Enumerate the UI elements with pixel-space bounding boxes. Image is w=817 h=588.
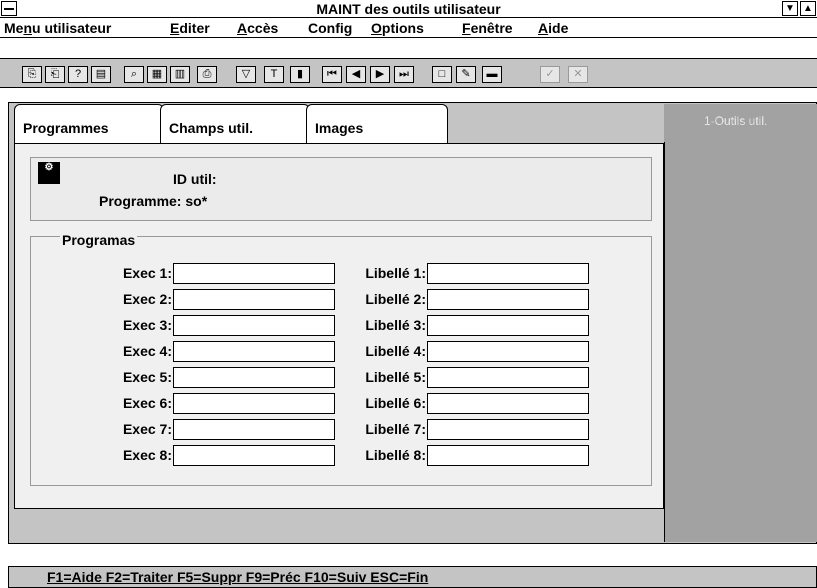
menu-config[interactable]: Config [308, 20, 352, 36]
id-util-label: ID util: [173, 171, 217, 187]
libelle-7-field[interactable] [427, 419, 589, 440]
side-panel [664, 142, 817, 542]
next-record-icon[interactable]: ▶ [370, 66, 390, 83]
exec-8-field[interactable] [173, 445, 335, 466]
grid-icon[interactable]: ▦ [147, 66, 167, 83]
minimize-icon[interactable]: ▼ [782, 1, 798, 16]
libelle-2-label: Libellé 2: [365, 291, 426, 307]
window-title: MAINT des outils utilisateur [316, 1, 501, 17]
new-record-icon[interactable]: □ [432, 66, 452, 83]
delete-icon[interactable]: ▬ [482, 66, 502, 83]
form-icon[interactable]: ▤ [91, 66, 111, 83]
header-box [30, 157, 652, 221]
menu-bar: Menu utilisateur Editer Accès Config Opt… [0, 18, 817, 38]
menu-options[interactable]: Options [371, 20, 424, 36]
help-icon[interactable]: ? [68, 66, 88, 83]
libelle-1-label: Libellé 1: [365, 265, 426, 281]
tab-programmes[interactable]: Programmes [14, 104, 164, 144]
maximize-icon[interactable]: ▲ [800, 1, 816, 16]
filter-icon[interactable]: ▽ [236, 66, 256, 83]
text-icon[interactable]: T [264, 66, 284, 83]
menu-acces[interactable]: Accès [237, 20, 278, 36]
paste-icon[interactable]: ⎗ [45, 66, 65, 83]
print-icon[interactable]: ⎙ [197, 66, 217, 83]
libelle-3-label: Libellé 3: [365, 317, 426, 333]
libelle-4-field[interactable] [427, 341, 589, 362]
tab-outils-util[interactable]: 1-Outils util. [664, 104, 817, 142]
exec-4-label: Exec 4: [122, 343, 172, 359]
exec-3-label: Exec 3: [122, 317, 172, 333]
exec-1-field[interactable] [173, 263, 335, 284]
table-icon[interactable]: ▥ [170, 66, 190, 83]
libelle-6-field[interactable] [427, 393, 589, 414]
libelle-2-field[interactable] [427, 289, 589, 310]
exec-1-label: Exec 1: [122, 265, 172, 281]
prev-record-icon[interactable]: ◀ [346, 66, 366, 83]
status-bar: F1=Aide F2=Traiter F5=Suppr F9=Préc F10=… [8, 566, 817, 588]
exec-7-label: Exec 7: [122, 421, 172, 437]
exec-2-label: Exec 2: [122, 291, 172, 307]
libelle-8-label: Libellé 8: [365, 447, 426, 463]
edit-icon[interactable]: ✎ [456, 66, 476, 83]
exec-3-field[interactable] [173, 315, 335, 336]
exec-5-field[interactable] [173, 367, 335, 388]
exec-2-field[interactable] [173, 289, 335, 310]
group-title: Programas [60, 232, 138, 248]
exec-6-label: Exec 6: [122, 395, 172, 411]
libelle-5-field[interactable] [427, 367, 589, 388]
cancel-icon[interactable]: ✕ [568, 66, 588, 83]
libelle-8-field[interactable] [427, 445, 589, 466]
columns-icon[interactable]: ▮ [290, 66, 310, 83]
menu-editer[interactable]: Editer [170, 20, 210, 36]
copy-icon[interactable]: ⎘ [22, 66, 42, 83]
validate-icon[interactable]: ✓ [540, 66, 560, 83]
programme-label: Programme: so* [99, 193, 208, 209]
libelle-6-label: Libellé 6: [365, 395, 426, 411]
title-bar: MAINT des outils utilisateur ▼ ▲ [0, 0, 817, 18]
search-icon[interactable]: ⌕ [124, 66, 144, 83]
exec-7-field[interactable] [173, 419, 335, 440]
last-record-icon[interactable]: ⏭ [394, 66, 414, 83]
tab-champs-util[interactable]: Champs util. [160, 104, 310, 144]
exec-4-field[interactable] [173, 341, 335, 362]
libelle-5-label: Libellé 5: [365, 369, 426, 385]
libelle-1-field[interactable] [427, 263, 589, 284]
libelle-3-field[interactable] [427, 315, 589, 336]
exec-8-label: Exec 8: [122, 447, 172, 463]
menu-aide[interactable]: Aide [538, 20, 568, 36]
exec-6-field[interactable] [173, 393, 335, 414]
toolbar: ⎘ ⎗ ? ▤ ⌕ ▦ ▥ ⎙ ▽ T ▮ ⏮ ◀ ▶ ⏭ □ ✎ ▬ ✓ ✕ [0, 58, 817, 88]
menu-menu-utilisateur[interactable]: Menu utilisateur [4, 20, 111, 36]
libelle-4-label: Libellé 4: [365, 343, 426, 359]
tab-images[interactable]: Images [306, 104, 448, 144]
exec-5-label: Exec 5: [122, 369, 172, 385]
first-record-icon[interactable]: ⏮ [322, 66, 342, 83]
libelle-7-label: Libellé 7: [365, 421, 426, 437]
menu-fenetre[interactable]: Fenêtre [462, 20, 513, 36]
programs-app-icon: ⚙ [38, 162, 60, 184]
